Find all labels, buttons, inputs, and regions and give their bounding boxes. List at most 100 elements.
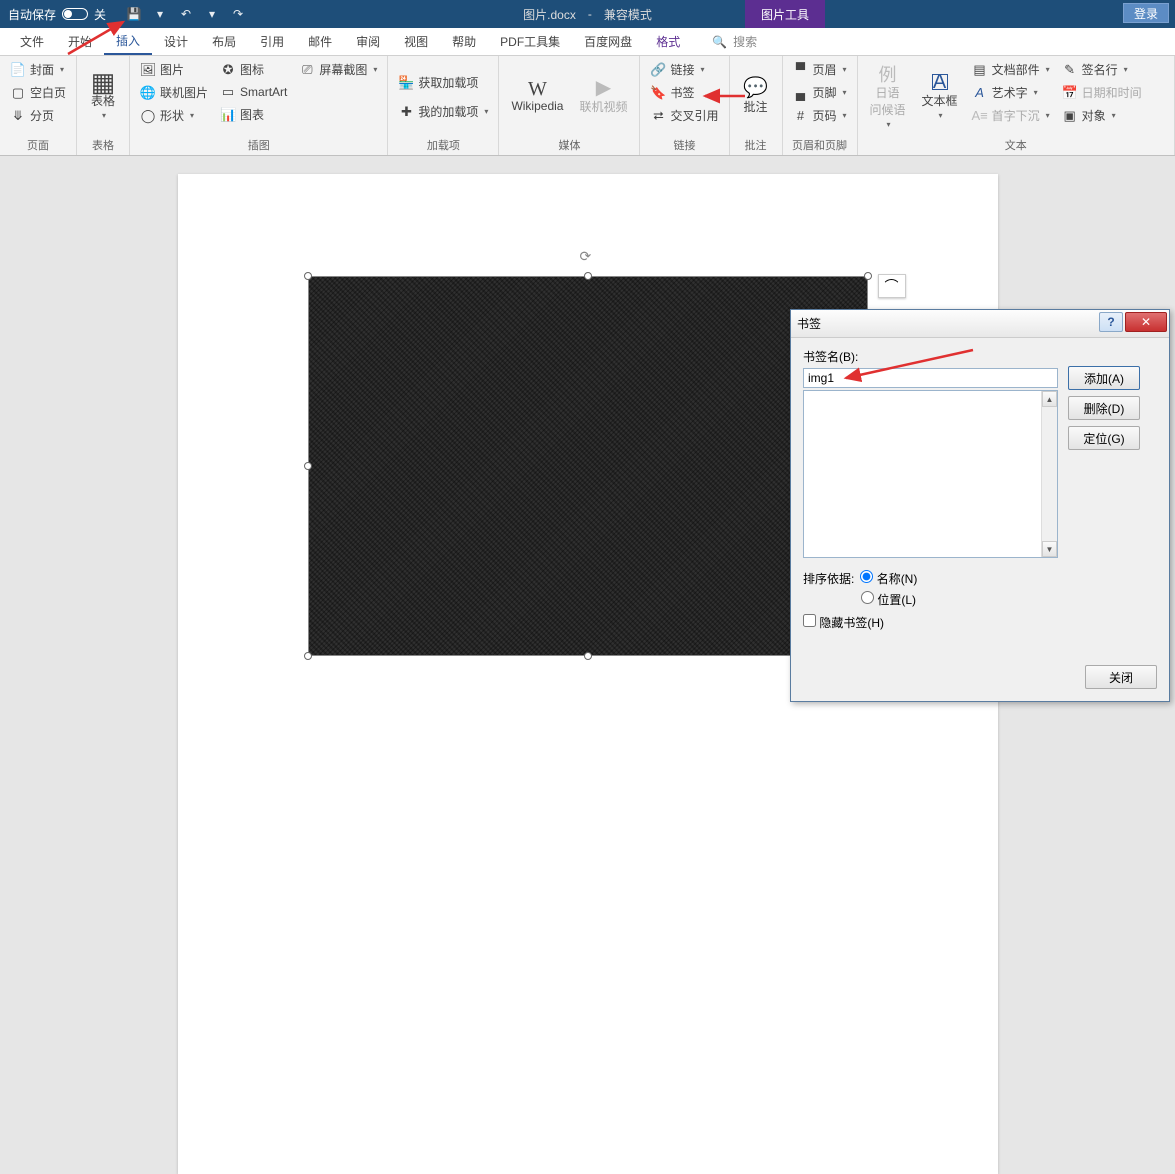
tab-format[interactable]: 格式 (644, 28, 692, 55)
pictures-icon: 🖼 (140, 62, 156, 78)
group-illustrations: 🖼图片 🌐联机图片 ◯形状▾ ✪图标 ▭SmartArt 📊图表 ⎚屏幕截图▾ … (130, 56, 388, 155)
resize-handle[interactable] (864, 272, 872, 280)
group-label: 文本 (864, 135, 1168, 155)
resize-handle[interactable] (584, 652, 592, 660)
get-addins-button[interactable]: 🏪获取加载项 (394, 72, 492, 93)
online-pictures-button[interactable]: 🌐联机图片 (136, 82, 212, 103)
blank-page-button[interactable]: ▢空白页 (6, 82, 70, 103)
icons-button[interactable]: ✪图标 (216, 59, 291, 80)
textbox-icon: A (932, 74, 948, 90)
bookmark-icon: 🔖 (650, 85, 666, 101)
table-button[interactable]: ▦表格▾ (83, 59, 123, 135)
tab-references[interactable]: 引用 (248, 28, 296, 55)
bookmark-button[interactable]: 🔖书签 (646, 82, 722, 103)
undo-icon[interactable]: ↶ (174, 3, 198, 25)
header-icon: ▀ (793, 62, 809, 78)
resize-handle[interactable] (304, 652, 312, 660)
page-number-button[interactable]: #页码▾ (789, 105, 851, 126)
selected-image[interactable]: ⟳ ⌒ (308, 276, 868, 656)
toggle-switch[interactable] (62, 8, 88, 20)
online-video-button[interactable]: ▶联机视频 (573, 59, 633, 135)
scroll-up-icon[interactable]: ▲ (1042, 391, 1057, 407)
footer-button[interactable]: ▄页脚▾ (789, 82, 851, 103)
layout-options-button[interactable]: ⌒ (878, 274, 906, 298)
group-links: 🔗链接▾ 🔖书签 ⮂交叉引用 链接 (640, 56, 729, 155)
login-button[interactable]: 登录 (1123, 3, 1169, 23)
my-addins-button[interactable]: ✚我的加载项▾ (394, 101, 492, 122)
wordart-icon: A (972, 85, 988, 101)
bookmark-list[interactable]: ▲ ▼ (803, 390, 1058, 558)
signature-icon: ✎ (1062, 62, 1078, 78)
datetime-button[interactable]: 📅日期和时间 (1058, 82, 1146, 103)
doc-name: 图片.docx (523, 6, 576, 23)
delete-button[interactable]: 删除(D) (1068, 396, 1140, 420)
scrollbar[interactable]: ▲ ▼ (1041, 391, 1057, 557)
search-box[interactable]: 🔍 搜索 (712, 28, 757, 55)
store-icon: 🏪 (398, 75, 414, 91)
tab-view[interactable]: 视图 (392, 28, 440, 55)
signature-button[interactable]: ✎签名行▾ (1058, 59, 1146, 80)
chart-icon: 📊 (220, 107, 236, 123)
textbox-button[interactable]: A文本框▾ (916, 59, 964, 135)
resize-handle[interactable] (304, 272, 312, 280)
comment-button[interactable]: 💬批注 (736, 59, 776, 135)
greeting-button[interactable]: 例日语 问候语▾ (864, 59, 912, 135)
resize-handle[interactable] (584, 272, 592, 280)
tab-home[interactable]: 开始 (56, 28, 104, 55)
chart-button[interactable]: 📊图表 (216, 104, 291, 125)
wikipedia-button[interactable]: WWikipedia (505, 59, 569, 135)
tab-help[interactable]: 帮助 (440, 28, 488, 55)
tab-mailings[interactable]: 邮件 (296, 28, 344, 55)
add-button[interactable]: 添加(A) (1068, 366, 1140, 390)
tab-design[interactable]: 设计 (152, 28, 200, 55)
page-break-button[interactable]: ⤋分页 (6, 105, 70, 126)
context-tab-picture-tools[interactable]: 图片工具 (745, 0, 825, 28)
screenshot-button[interactable]: ⎚屏幕截图▾ (295, 59, 381, 80)
link-button[interactable]: 🔗链接▾ (646, 59, 722, 80)
resize-handle[interactable] (304, 462, 312, 470)
tab-baidu[interactable]: 百度网盘 (572, 28, 644, 55)
tab-file[interactable]: 文件 (8, 28, 56, 55)
drop-cap-button[interactable]: A≡首字下沉▾ (968, 105, 1054, 126)
wordart-button[interactable]: A艺术字▾ (968, 82, 1054, 103)
pictures-button[interactable]: 🖼图片 (136, 59, 212, 80)
sort-name-radio[interactable]: 名称(N) (860, 570, 917, 587)
smartart-button[interactable]: ▭SmartArt (216, 82, 291, 102)
title-bar: 自动保存 关 💾 ▾ ↶ ▾ ↷ 图片.docx - 兼容模式 图片工具 登录 (0, 0, 1175, 28)
header-button[interactable]: ▀页眉▾ (789, 59, 851, 80)
shapes-button[interactable]: ◯形状▾ (136, 105, 212, 126)
goto-button[interactable]: 定位(G) (1068, 426, 1140, 450)
autosave-toggle[interactable]: 自动保存 关 (0, 6, 114, 23)
redo-icon[interactable]: ↷ (226, 3, 250, 25)
group-media: WWikipedia ▶联机视频 媒体 (499, 56, 640, 155)
smartart-icon: ▭ (220, 84, 236, 100)
pagenum-icon: # (793, 108, 809, 124)
bookmark-name-input[interactable] (803, 368, 1058, 388)
comment-icon: 💬 (748, 80, 764, 96)
group-comments: 💬批注 批注 (730, 56, 783, 155)
group-label: 页面 (6, 135, 70, 155)
group-addins: 🏪获取加载项 ✚我的加载项▾ 加载项 (388, 56, 499, 155)
hidden-bookmarks-checkbox[interactable]: 隐藏书签(H) (803, 614, 884, 631)
quick-access-toolbar: 💾 ▾ ↶ ▾ ↷ (122, 3, 250, 25)
scroll-down-icon[interactable]: ▼ (1042, 541, 1057, 557)
dialog-close-button[interactable]: ✕ (1125, 312, 1167, 332)
qat-dropdown-icon[interactable]: ▾ (200, 3, 224, 25)
save-icon[interactable]: 💾 (122, 3, 146, 25)
tab-review[interactable]: 审阅 (344, 28, 392, 55)
rotate-handle-icon[interactable]: ⟳ (580, 248, 592, 265)
tab-insert[interactable]: 插入 (104, 28, 152, 55)
dialog-help-button[interactable]: ? (1099, 312, 1123, 332)
dialog-titlebar[interactable]: 书签 ? ✕ (791, 310, 1169, 338)
object-button[interactable]: ▣对象▾ (1058, 105, 1146, 126)
cover-page-button[interactable]: 📄封面▾ (6, 59, 70, 80)
tab-layout[interactable]: 布局 (200, 28, 248, 55)
tab-pdf[interactable]: PDF工具集 (488, 28, 572, 55)
layout-icon: ⌒ (885, 276, 899, 296)
sort-location-radio[interactable]: 位置(L) (861, 591, 916, 608)
cross-reference-button[interactable]: ⮂交叉引用 (646, 105, 722, 126)
quickparts-icon: ▤ (972, 62, 988, 78)
quick-parts-button[interactable]: ▤文档部件▾ (968, 59, 1054, 80)
qat-dropdown-icon[interactable]: ▾ (148, 3, 172, 25)
close-button[interactable]: 关闭 (1085, 665, 1157, 689)
